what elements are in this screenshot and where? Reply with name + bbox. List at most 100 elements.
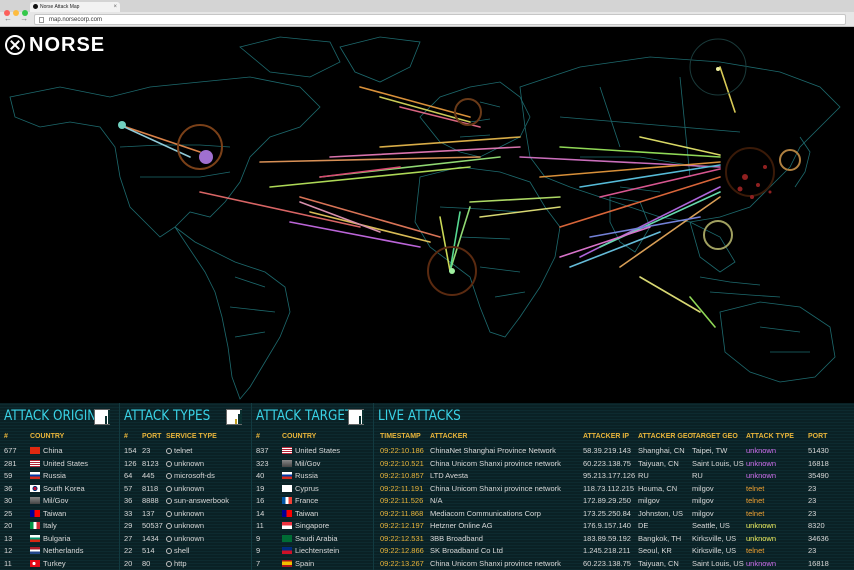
origin-row[interactable]: 13 Bulgaria	[0, 533, 119, 545]
live-attack-row[interactable]: 09:22:10.857 LTD Avesta 95.213.177.126 RU RU…	[374, 470, 854, 482]
types-header-count: #	[124, 433, 128, 440]
origins-header-country: COUNTRY	[30, 433, 65, 440]
type-row[interactable]: 27 1434 unknown	[120, 533, 251, 545]
origin-row[interactable]: 36 South Korea	[0, 483, 119, 495]
targets-chart-icon[interactable]	[348, 409, 364, 425]
origin-row[interactable]: 59 Russia	[0, 470, 119, 482]
type-port: 8118	[142, 483, 159, 493]
live-attacks-title: LIVE ATTACKS	[378, 408, 461, 424]
target-row[interactable]: 7 Spain	[252, 558, 373, 570]
target-row[interactable]: 19 Cyprus	[252, 483, 373, 495]
origin-count: 59	[4, 471, 13, 480]
service-ring-icon	[166, 460, 172, 467]
live-attack-row[interactable]: 09:22:10.186 ChinaNet Shanghai Province N…	[374, 445, 854, 457]
target-count: 19	[256, 483, 265, 493]
stats-panels: ATTACK ORIGINS # COUNTRY 677 China 281 Unit…	[0, 403, 854, 570]
target-flag-icon	[282, 509, 292, 517]
origin-count: 281	[4, 458, 17, 468]
tab-close-icon[interactable]: ×	[113, 2, 117, 12]
live-attack-row[interactable]: 09:22:13.267 China Unicom Shanxi province…	[374, 558, 854, 570]
origins-header-count: #	[4, 433, 8, 440]
live-attacker: N/A	[430, 496, 443, 505]
origin-count: 11	[4, 558, 12, 568]
target-row[interactable]: 9 Saudi Arabia	[252, 533, 373, 545]
type-row[interactable]: 64 445 microsoft-ds	[120, 470, 251, 482]
origin-count: 36	[4, 483, 13, 493]
type-row[interactable]: 154 23 telnet	[120, 445, 251, 457]
target-row[interactable]: 40 Russia	[252, 470, 373, 482]
type-port: 8123	[142, 458, 159, 468]
attack-origins-panel: ATTACK ORIGINS # COUNTRY 677 China 281 Unit…	[0, 403, 120, 570]
targets-header-country: COUNTRY	[282, 433, 317, 440]
origins-chart-icon[interactable]	[94, 409, 110, 425]
live-port: 23	[808, 483, 817, 493]
origin-row[interactable]: 11 Turkey	[0, 558, 119, 570]
type-row[interactable]: 126 8123 unknown	[120, 458, 251, 470]
origin-row[interactable]: 281 United States	[0, 458, 119, 470]
target-row[interactable]: 9 Liechtenstein	[252, 545, 373, 557]
live-attack-row[interactable]: 09:22:11.526 N/A 172.89.29.250 milgov milgov…	[374, 495, 854, 507]
type-service: unknown	[166, 520, 204, 532]
live-attacker: LTD Avesta	[430, 471, 469, 480]
tab-strip: Norse Attack Map ×	[0, 0, 854, 16]
type-service: microsoft-ds	[166, 470, 215, 482]
type-row[interactable]: 33 137 unknown	[120, 508, 251, 520]
origin-row[interactable]: 12 Netherlands	[0, 545, 119, 557]
origin-row[interactable]: 30 Mil/Gov	[0, 495, 119, 507]
live-attack-row[interactable]: 09:22:10.521 China Unicom Shanxi province…	[374, 458, 854, 470]
live-ip: 176.9.157.140	[583, 521, 631, 530]
origin-row[interactable]: 20 Italy	[0, 520, 119, 532]
type-service-label: http	[174, 558, 187, 568]
live-time: 09:22:12.866	[380, 546, 424, 555]
live-attack-row[interactable]: 09:22:12.197 Hetzner Online AG 176.9.157.1…	[374, 520, 854, 532]
live-target: Kirksville, US	[692, 546, 737, 555]
type-row[interactable]: 20 80 http	[120, 558, 251, 570]
attack-map[interactable]: NORSE	[0, 27, 854, 403]
type-count: 154	[124, 446, 137, 455]
origin-flag-icon	[30, 447, 40, 454]
live-attack-row[interactable]: 09:22:12.531 3BB Broadband 183.89.59.192 Ba…	[374, 533, 854, 545]
logo-text: NORSE	[29, 33, 106, 56]
type-row[interactable]: 29 50537 unknown	[120, 520, 251, 532]
origin-flag-icon	[30, 522, 40, 529]
target-row[interactable]: 11 Singapore	[252, 520, 373, 532]
origin-count: 12	[4, 546, 13, 555]
origin-country: Russia	[43, 471, 66, 480]
live-attacker: China Unicom Shanxi province network	[430, 558, 561, 568]
target-flag-icon	[282, 484, 292, 492]
page-icon	[39, 17, 44, 23]
live-header-timestamp: TIMESTAMP	[380, 433, 421, 440]
live-attack-row[interactable]: 09:22:12.866 SK Broadband Co Ltd 1.245.218…	[374, 545, 854, 557]
live-target: Saint Louis, US	[692, 458, 744, 468]
target-row[interactable]: 14 Taiwan	[252, 508, 373, 520]
target-row[interactable]: 837 United States	[252, 445, 373, 457]
live-target: milgov	[692, 496, 714, 505]
live-port: 23	[808, 546, 817, 555]
live-attack-row[interactable]: 09:22:11.191 China Unicom Shanxi province…	[374, 483, 854, 495]
address-bar[interactable]: map.norsecorp.com	[34, 14, 846, 25]
type-row[interactable]: 36 8888 sun-answerbook	[120, 495, 251, 507]
target-row[interactable]: 16 France	[252, 495, 373, 507]
live-target: milgov	[692, 508, 714, 518]
live-attacker: ChinaNet Shanghai Province Network	[430, 446, 556, 455]
target-country: United States	[295, 446, 341, 455]
norse-logo[interactable]: NORSE	[5, 34, 105, 56]
origin-flag-icon	[30, 459, 40, 467]
live-attack-row[interactable]: 09:22:11.868 Mediacom Communications Corp…	[374, 508, 854, 520]
type-service-label: unknown	[174, 533, 205, 543]
target-row[interactable]: 323 Mil/Gov	[252, 458, 373, 470]
live-geo: Shanghai, CN	[638, 446, 685, 455]
live-ip: 1.245.218.211	[583, 546, 631, 555]
browser-tab[interactable]: Norse Attack Map ×	[30, 2, 120, 12]
live-attacker: China Unicom Shanxi province network	[430, 483, 561, 493]
live-port: 34636	[808, 533, 829, 543]
origin-row[interactable]: 677 China	[0, 445, 119, 457]
type-count: 64	[124, 471, 133, 480]
type-row[interactable]: 22 514 shell	[120, 545, 251, 557]
types-chart-icon[interactable]	[226, 409, 242, 425]
target-flag-icon	[282, 522, 292, 529]
attack-types-panel: ATTACK TYPES # PORT SERVICE TYPE 154 23 te…	[120, 403, 252, 570]
type-row[interactable]: 57 8118 unknown	[120, 483, 251, 495]
origin-row[interactable]: 25 Taiwan	[0, 508, 119, 520]
favicon-icon	[33, 4, 38, 9]
